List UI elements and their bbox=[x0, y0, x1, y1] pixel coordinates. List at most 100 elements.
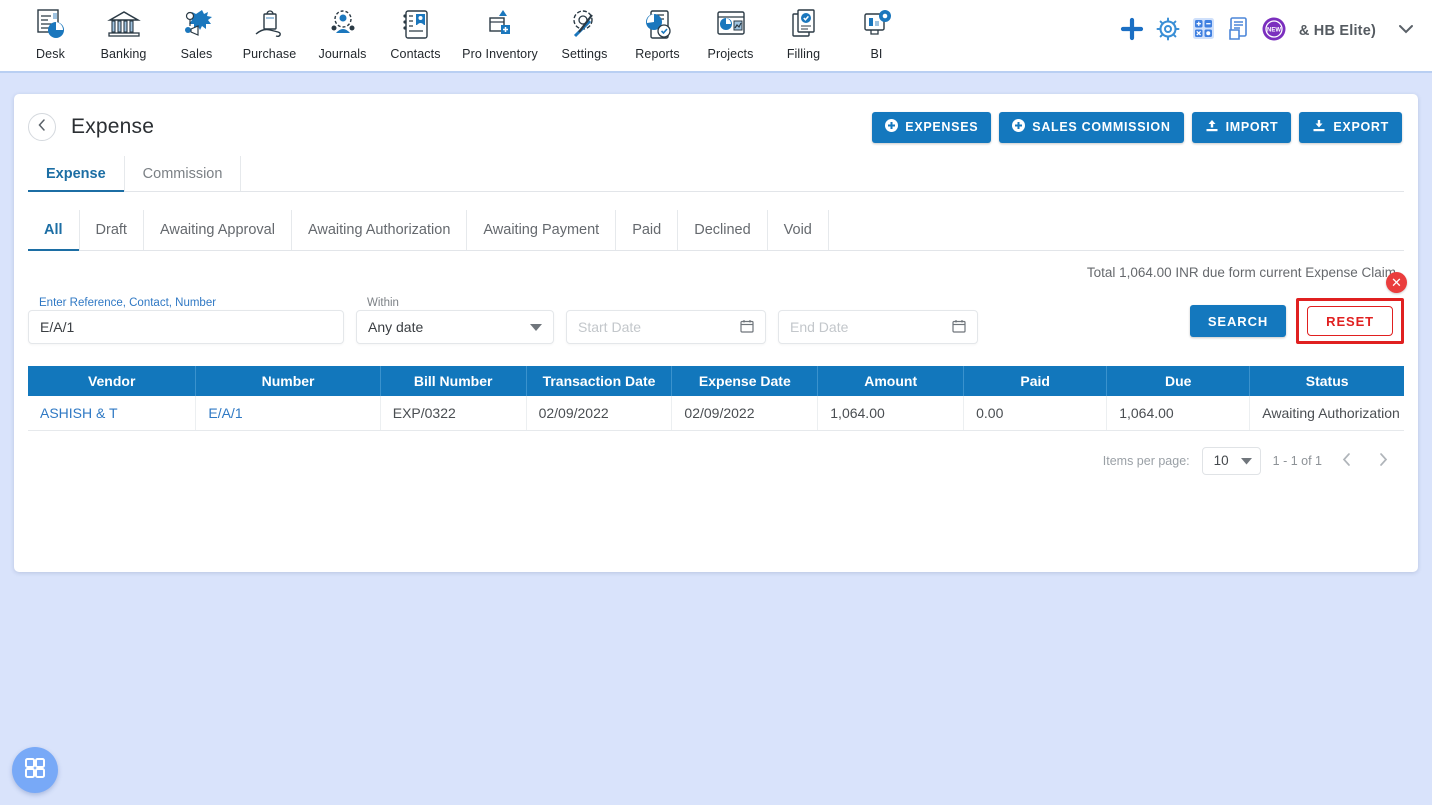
status-tab-draft[interactable]: Draft bbox=[80, 210, 144, 250]
sales-commission-button[interactable]: SALES COMMISSION bbox=[999, 111, 1184, 143]
column-header-bill-number[interactable]: Bill Number bbox=[380, 366, 527, 396]
status-tab-void[interactable]: Void bbox=[768, 210, 829, 250]
status-tab-declined[interactable]: Declined bbox=[678, 210, 768, 250]
nav-item-desk[interactable]: Desk bbox=[14, 0, 87, 61]
bank-building-icon bbox=[105, 6, 143, 44]
notes-document-icon[interactable] bbox=[1226, 16, 1251, 46]
page-title: Expense bbox=[71, 115, 155, 138]
search-input[interactable] bbox=[28, 310, 344, 344]
nav-item-bi[interactable]: BI bbox=[840, 0, 913, 61]
tab-expense[interactable]: Expense bbox=[28, 156, 125, 192]
column-header-due[interactable]: Due bbox=[1106, 366, 1251, 396]
column-header-transaction-date[interactable]: Transaction Date bbox=[526, 366, 673, 396]
nav-item-filling[interactable]: Filling bbox=[767, 0, 840, 61]
status-tab-awaiting-payment[interactable]: Awaiting Payment bbox=[467, 210, 617, 250]
expenses-button[interactable]: EXPENSES bbox=[872, 111, 992, 143]
top-navigation-bar: Desk Banking Sales Purchase Journals Con… bbox=[0, 0, 1432, 73]
svg-text:NEW: NEW bbox=[1267, 27, 1281, 33]
back-button[interactable] bbox=[28, 113, 56, 141]
nav-item-reports[interactable]: Reports bbox=[621, 0, 694, 61]
header-action-buttons: EXPENSES SALES COMMISSION IMPORT EXPORT bbox=[872, 111, 1404, 143]
end-date-input[interactable]: End Date bbox=[778, 310, 978, 344]
nav-item-projects[interactable]: Projects bbox=[694, 0, 767, 61]
tab-commission[interactable]: Commission bbox=[125, 156, 242, 191]
status-tab-awaiting-authorization[interactable]: Awaiting Authorization bbox=[292, 210, 468, 250]
nav-label: Filling bbox=[786, 47, 821, 61]
status-tab-label: All bbox=[44, 222, 63, 238]
column-header-status[interactable]: Status bbox=[1249, 366, 1404, 396]
grid-apps-icon bbox=[23, 756, 47, 785]
nav-item-journals[interactable]: Journals bbox=[306, 0, 379, 61]
previous-page-button[interactable] bbox=[1334, 451, 1359, 471]
plus-circle-icon bbox=[1012, 119, 1026, 135]
start-date-input[interactable]: Start Date bbox=[566, 310, 766, 344]
status-tab-awaiting-approval[interactable]: Awaiting Approval bbox=[144, 210, 292, 250]
cell-amount: 1,064.00 bbox=[817, 396, 965, 431]
calculator-icon[interactable] bbox=[1191, 16, 1216, 46]
nav-label: Banking bbox=[100, 47, 147, 61]
cell-bill-number: EXP/0322 bbox=[380, 396, 527, 431]
top-nav-right-actions: NEW & HB Elite) bbox=[1119, 0, 1432, 62]
nav-item-banking[interactable]: Banking bbox=[87, 0, 160, 61]
card-header: Expense EXPENSES SALES COMMISSION IMPORT… bbox=[14, 94, 1418, 148]
column-header-number[interactable]: Number bbox=[195, 366, 381, 396]
plus-icon[interactable] bbox=[1119, 16, 1145, 47]
new-badge-icon[interactable]: NEW bbox=[1261, 16, 1287, 47]
column-header-expense-date[interactable]: Expense Date bbox=[671, 366, 819, 396]
nav-item-contacts[interactable]: Contacts bbox=[379, 0, 452, 61]
next-page-button[interactable] bbox=[1371, 451, 1396, 471]
projects-board-icon bbox=[712, 6, 750, 44]
nav-item-settings[interactable]: Settings bbox=[548, 0, 621, 61]
search-button[interactable]: SEARCH bbox=[1189, 305, 1287, 337]
cell-transaction-date: 02/09/2022 bbox=[526, 396, 673, 431]
plus-circle-icon bbox=[885, 119, 899, 135]
nav-label: Sales bbox=[180, 47, 213, 61]
chevron-down-icon[interactable] bbox=[1396, 19, 1416, 44]
button-label: EXPORT bbox=[1333, 120, 1389, 134]
calendar-icon[interactable] bbox=[740, 319, 754, 336]
end-date-placeholder: End Date bbox=[790, 319, 849, 335]
column-header-paid[interactable]: Paid bbox=[963, 366, 1108, 396]
cell-vendor[interactable]: ASHISH & T bbox=[28, 396, 197, 431]
import-button[interactable]: IMPORT bbox=[1191, 111, 1292, 143]
nav-label: Pro Inventory bbox=[462, 47, 538, 61]
filter-action-buttons: SEARCH RESET bbox=[1189, 298, 1404, 344]
within-select[interactable]: Any date bbox=[356, 310, 554, 344]
download-icon bbox=[1312, 119, 1326, 136]
close-icon[interactable]: ✕ bbox=[1386, 272, 1407, 293]
nav-label: Projects bbox=[707, 47, 754, 61]
dropdown-arrow-icon bbox=[1240, 453, 1252, 468]
main-tabs: Expense Commission bbox=[28, 156, 1404, 192]
column-header-vendor[interactable]: Vendor bbox=[28, 366, 197, 396]
tab-label: Commission bbox=[142, 165, 223, 182]
column-header-amount[interactable]: Amount bbox=[817, 366, 965, 396]
nav-item-purchase[interactable]: Purchase bbox=[233, 0, 306, 61]
page-range-label: 1 - 1 of 1 bbox=[1272, 453, 1322, 468]
items-per-page-select[interactable]: 10 bbox=[1201, 446, 1261, 475]
table-header-row: Vendor Number Bill Number Transaction Da… bbox=[28, 366, 1404, 396]
nav-item-sales[interactable]: Sales bbox=[160, 0, 233, 61]
inventory-box-icon bbox=[481, 6, 519, 44]
reset-button-highlight: RESET bbox=[1296, 298, 1404, 344]
chevron-left-icon bbox=[35, 118, 49, 137]
apps-grid-fab[interactable] bbox=[12, 747, 58, 793]
reset-button[interactable]: RESET bbox=[1307, 306, 1393, 336]
status-tab-label: Awaiting Authorization bbox=[307, 222, 451, 238]
start-date-placeholder: Start Date bbox=[578, 319, 642, 335]
cell-status: Awaiting Authorization bbox=[1249, 396, 1404, 431]
nav-item-pro-inventory[interactable]: Pro Inventory bbox=[452, 0, 548, 61]
end-date-field-group: End Date bbox=[778, 310, 978, 344]
within-field-group: Within Any date bbox=[356, 297, 554, 344]
table-row[interactable]: ASHISH & T E/A/1 EXP/0322 02/09/2022 02/… bbox=[28, 396, 1404, 431]
status-tab-paid[interactable]: Paid bbox=[616, 210, 679, 250]
nav-label: Journals bbox=[318, 47, 367, 61]
export-button[interactable]: EXPORT bbox=[1299, 111, 1402, 143]
cell-number[interactable]: E/A/1 bbox=[195, 396, 381, 431]
cell-paid: 0.00 bbox=[963, 396, 1108, 431]
status-tab-label: Paid bbox=[632, 222, 662, 238]
bi-monitor-icon bbox=[858, 6, 896, 44]
calendar-icon[interactable] bbox=[952, 319, 966, 336]
status-tab-all[interactable]: All bbox=[28, 210, 80, 251]
gear-icon[interactable] bbox=[1155, 16, 1181, 47]
expense-table-container: Vendor Number Bill Number Transaction Da… bbox=[28, 366, 1404, 431]
